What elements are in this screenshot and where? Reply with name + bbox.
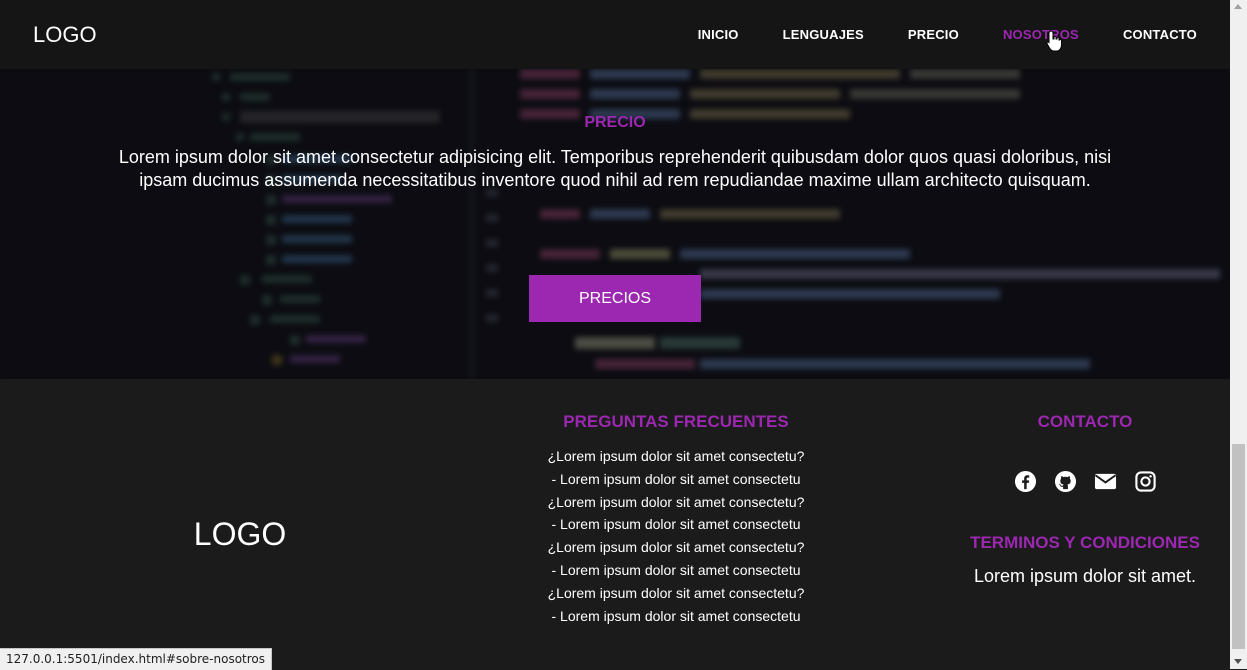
hand-cursor-icon [1046, 30, 1062, 52]
nav-links: INICIO LENGUAJES PRECIO NOSOTROS CONTACT… [654, 27, 1197, 42]
browser-status-bar: 127.0.0.1:5501/index.html#sobre-nosotros [0, 648, 273, 670]
nav-link-contacto[interactable]: CONTACTO [1123, 27, 1197, 42]
faq-title: PREGUNTAS FRECUENTES [563, 412, 789, 431]
faq-answer: - Lorem ipsum dolor sit amet consectetu [551, 607, 801, 624]
faq-question: ¿Lorem ipsum dolor sit amet consectetu? [547, 493, 805, 510]
instagram-icon[interactable] [1134, 470, 1157, 493]
contact-section: CONTACTO TERMINOS Y CONDICIONES Lorem ip… [945, 412, 1225, 587]
nav-link-lenguajes[interactable]: LENGUAJES [783, 27, 864, 42]
footer: LOGO PREGUNTAS FRECUENTES ¿Lorem ipsum d… [0, 379, 1230, 669]
nav-link-precio[interactable]: PRECIO [908, 27, 959, 42]
terms-title[interactable]: TERMINOS Y CONDICIONES [945, 533, 1225, 553]
social-links [945, 470, 1225, 493]
nav-link-inicio[interactable]: INICIO [698, 27, 739, 42]
hero-title: PRECIO [584, 114, 646, 131]
faq-answer: - Lorem ipsum dolor sit amet consectetu [551, 470, 801, 487]
faq-question: ¿Lorem ipsum dolor sit amet consectetu? [547, 539, 805, 556]
page-scrollbar[interactable] [1230, 0, 1247, 669]
scroll-down-arrow-icon[interactable] [1234, 659, 1242, 664]
faq-answer: - Lorem ipsum dolor sit amet consectetu [551, 561, 801, 578]
hero-section: PRECIO Lorem ipsum dolor sit amet consec… [0, 69, 1230, 379]
footer-logo: LOGO [193, 516, 287, 552]
scroll-up-arrow-icon[interactable] [1234, 4, 1242, 9]
contact-title: CONTACTO [1037, 412, 1133, 431]
facebook-icon[interactable] [1014, 470, 1037, 493]
faq-answer: - Lorem ipsum dolor sit amet consectetu [551, 516, 801, 533]
github-icon[interactable] [1054, 470, 1077, 493]
page: LOGO INICIO LENGUAJES PRECIO NOSOTROS CO… [0, 0, 1230, 669]
nav-logo[interactable]: LOGO [33, 22, 97, 48]
nav-link-nosotros[interactable]: NOSOTROS [1003, 27, 1079, 42]
faq-question: ¿Lorem ipsum dolor sit amet consectetu? [547, 448, 805, 464]
terms-text: Lorem ipsum dolor sit amet. [973, 566, 1197, 586]
mail-icon[interactable] [1094, 470, 1117, 493]
terms-section: TERMINOS Y CONDICIONES Lorem ipsum dolor… [945, 533, 1225, 587]
precios-button[interactable]: PRECIOS [529, 275, 701, 322]
faq-list: ¿Lorem ipsum dolor sit amet consectetu? … [476, 445, 876, 627]
faq-section: PREGUNTAS FRECUENTES ¿Lorem ipsum dolor … [476, 412, 876, 627]
hero-text: Lorem ipsum dolor sit amet consectetur a… [118, 147, 1112, 190]
faq-question: ¿Lorem ipsum dolor sit amet consectetu? [547, 584, 805, 601]
scroll-thumb[interactable] [1232, 444, 1245, 649]
